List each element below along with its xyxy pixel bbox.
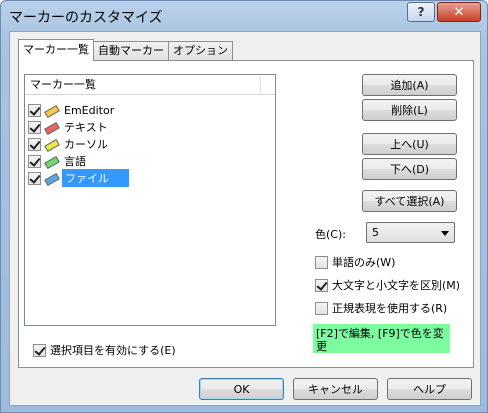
match-case-option[interactable]: 大文字と小文字を区別(M): [315, 277, 460, 293]
match-case-label: 大文字と小文字を区別(M): [332, 279, 461, 292]
select-all-button[interactable]: すべて選択(A): [362, 190, 457, 212]
color-select-value: 5: [372, 226, 379, 239]
color-select[interactable]: 5: [366, 222, 455, 243]
chevron-down-icon: [441, 231, 449, 236]
color-label: 色(C):: [315, 228, 346, 241]
item-checkbox[interactable]: [28, 171, 41, 185]
list-item-label: テキスト: [64, 121, 108, 134]
match-case-checkbox[interactable]: [315, 278, 328, 292]
cancel-button[interactable]: キャンセル: [293, 378, 378, 400]
tab-marker-list[interactable]: マーカー一覧: [18, 39, 94, 61]
regex-checkbox[interactable]: [315, 301, 328, 315]
title-bar: マーカーのカスタマイズ ? ✕: [1, 1, 487, 31]
list-item-label: ファイル: [62, 169, 129, 187]
whole-word-checkbox[interactable]: [315, 255, 328, 269]
whole-word-label: 単語のみ(W): [332, 256, 396, 269]
ok-button[interactable]: OK: [199, 378, 284, 400]
item-checkbox[interactable]: [28, 120, 41, 134]
move-down-button[interactable]: 下へ(D): [362, 158, 457, 180]
marker-pen-icon: [44, 104, 60, 116]
marker-pen-icon: [44, 155, 60, 167]
enable-selected-label: 選択項目を有効にする(E): [50, 344, 176, 357]
marker-pen-icon: [44, 172, 60, 184]
hint-text: [F2]で編集, [F9]で色を変更: [313, 324, 450, 353]
marker-pen-icon: [44, 138, 60, 150]
marker-list[interactable]: マーカー一覧 EmEditor テキスト カーソル 言語 ファイル: [24, 74, 276, 326]
move-up-button[interactable]: 上へ(U): [362, 133, 457, 155]
item-checkbox[interactable]: [28, 137, 41, 151]
delete-button[interactable]: 削除(L): [362, 99, 457, 121]
enable-selected-option[interactable]: 選択項目を有効にする(E): [33, 342, 176, 358]
regex-label: 正規表現を使用する(R): [332, 302, 448, 315]
help-button[interactable]: ヘルプ: [387, 378, 472, 400]
list-item-label: 言語: [64, 155, 86, 168]
dialog-window: マーカーのカスタマイズ ? ✕ マーカー一覧 自動マーカー オプション マーカー…: [0, 0, 488, 413]
tab-strip: マーカー一覧 自動マーカー オプション: [18, 39, 233, 61]
item-checkbox[interactable]: [28, 103, 41, 117]
list-header-label: マーカー一覧: [30, 78, 96, 91]
list-item[interactable]: 言語: [28, 153, 88, 169]
tab-auto-marker[interactable]: 自動マーカー: [93, 41, 169, 61]
list-header[interactable]: マーカー一覧: [25, 75, 275, 95]
tab-options[interactable]: オプション: [168, 41, 233, 61]
list-item[interactable]: カーソル: [28, 136, 110, 152]
regex-option[interactable]: 正規表現を使用する(R): [315, 300, 447, 316]
enable-selected-checkbox[interactable]: [33, 343, 46, 357]
help-title-button[interactable]: ?: [407, 2, 435, 22]
whole-word-option[interactable]: 単語のみ(W): [315, 254, 395, 270]
item-checkbox[interactable]: [28, 154, 41, 168]
list-item-label: カーソル: [64, 138, 108, 151]
header-separator: [260, 77, 261, 93]
add-button[interactable]: 追加(A): [362, 74, 457, 96]
dialog-client: マーカー一覧 自動マーカー オプション マーカー一覧 EmEditor テキスト: [9, 31, 481, 406]
list-item[interactable]: テキスト: [28, 119, 110, 135]
close-icon[interactable]: ✕: [437, 2, 481, 22]
list-item-selected[interactable]: ファイル: [28, 169, 129, 187]
list-item[interactable]: EmEditor: [28, 102, 116, 118]
window-title: マーカーのカスタマイズ: [9, 10, 163, 26]
list-item-label: EmEditor: [64, 103, 115, 117]
marker-pen-icon: [44, 121, 60, 133]
